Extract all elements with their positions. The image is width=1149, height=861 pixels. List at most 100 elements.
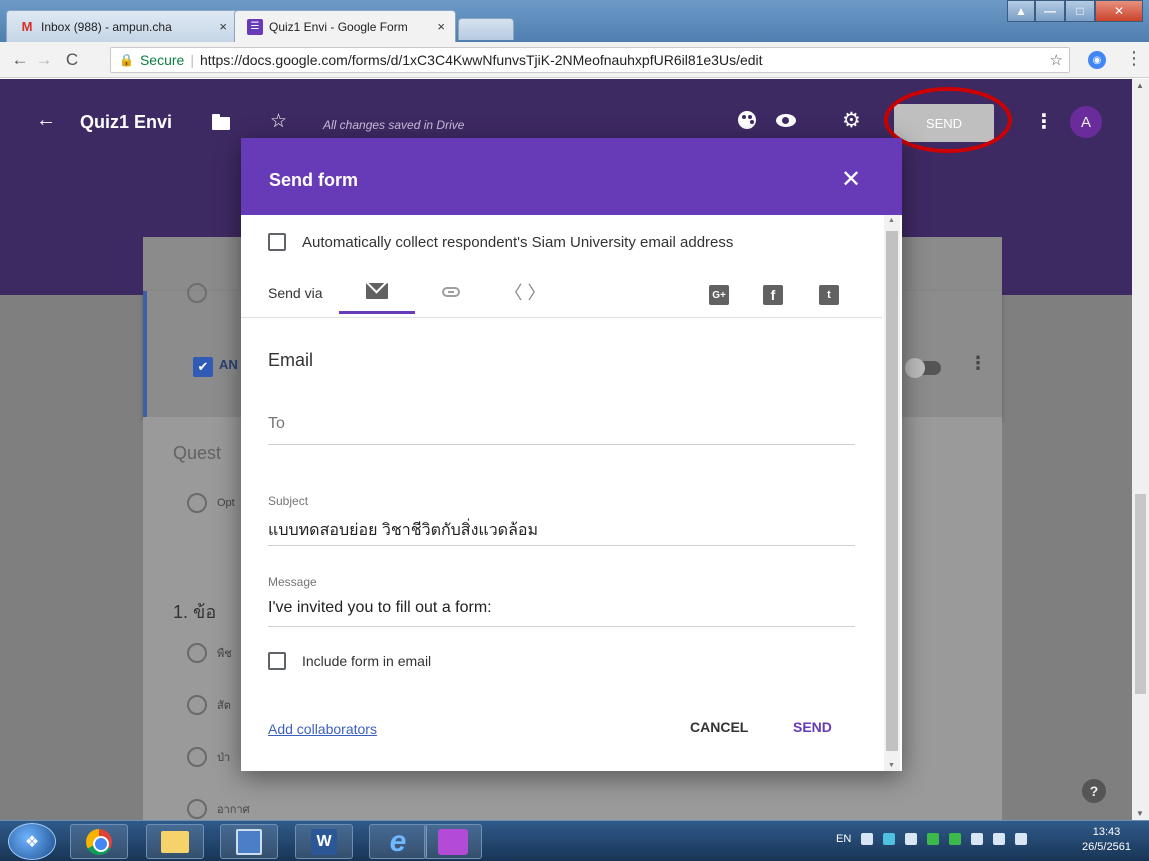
include-form-checkbox[interactable] (268, 652, 286, 670)
dialog-body: Automatically collect respondent's Siam … (241, 215, 882, 771)
option-row: อากาศ (187, 799, 250, 819)
scroll-down-icon[interactable]: ▼ (1136, 809, 1144, 818)
extension-icon[interactable]: ◉ (1088, 51, 1106, 69)
email-section-heading: Email (268, 350, 314, 370)
secure-label: Secure (139, 52, 185, 68)
radio-icon (187, 643, 207, 663)
avatar[interactable]: A (1070, 106, 1102, 138)
twitter-icon[interactable]: t (819, 285, 839, 305)
app-icon (236, 828, 262, 855)
minimize-button[interactable]: — (1035, 0, 1065, 22)
bookmark-star-icon[interactable]: ☆ (1050, 51, 1063, 69)
clock[interactable]: 13:43 26/5/2561 (1082, 825, 1131, 855)
radio-icon (187, 283, 207, 303)
maximize-button[interactable]: □ (1065, 0, 1095, 22)
ie-icon: e (389, 824, 407, 858)
to-field[interactable]: To (268, 415, 855, 445)
window-user-icon[interactable]: ▲ (1007, 0, 1035, 22)
tab-inbox[interactable]: M Inbox (988) - ampun.cha × (6, 10, 238, 42)
address-bar[interactable]: 🔒 Secure | https://docs.google.com/forms… (110, 47, 1070, 73)
flag-icon[interactable] (993, 833, 1006, 845)
taskbar-line[interactable] (424, 824, 482, 859)
preview-eye-icon[interactable] (776, 114, 796, 127)
system-tray: EN (836, 833, 1028, 845)
dialog-send-button[interactable]: SEND (793, 719, 832, 735)
taskbar-word[interactable]: W (295, 824, 353, 859)
new-tab-button[interactable] (458, 18, 514, 40)
cancel-button[interactable]: CANCEL (690, 719, 748, 735)
divider (241, 317, 882, 318)
embed-code-icon: 〈 〉 (504, 283, 546, 303)
option-label: ป่า (217, 752, 231, 764)
battery-icon[interactable] (971, 833, 984, 845)
collect-email-checkbox[interactable] (268, 233, 286, 251)
taskbar-chrome[interactable] (70, 824, 128, 859)
page-scrollbar[interactable]: ▲ ▼ (1132, 79, 1149, 820)
start-button[interactable]: ❖ (8, 823, 56, 860)
line-tray-icon[interactable] (949, 833, 962, 845)
network-signal-icon[interactable] (1015, 833, 1028, 845)
taskbar-ie[interactable]: e (369, 824, 427, 859)
settings-gear-icon[interactable]: ⚙ (842, 108, 861, 133)
tab-send-via-email[interactable] (339, 270, 415, 314)
volume-icon[interactable] (861, 833, 874, 845)
tray-app-icon[interactable] (927, 833, 940, 845)
question-placeholder: Quest (173, 443, 222, 463)
tray-app-icon[interactable] (883, 833, 896, 845)
page-scroll-thumb[interactable] (1135, 494, 1146, 694)
facebook-icon[interactable]: f (763, 285, 783, 305)
dialog-header: Send form ✕ (241, 138, 902, 215)
forms-page: ✔ AN ⋮ Quest Opt 1. ข้อ พืช สัต ป่า อากา… (0, 79, 1132, 820)
to-placeholder: To (268, 415, 285, 432)
subject-field[interactable]: Subject แบบทดสอบย่อย วิชาชีวิตกับสิ่งแวด… (268, 494, 855, 546)
clock-date: 26/5/2561 (1082, 841, 1131, 853)
option-label: อากาศ (217, 804, 250, 816)
message-field[interactable]: Message I've invited you to fill out a f… (268, 575, 855, 627)
answer-key-label: AN (219, 357, 238, 372)
tab-send-via-link[interactable] (413, 270, 489, 314)
email-envelope-icon (366, 282, 388, 299)
lock-icon: 🔒 (119, 53, 134, 67)
reload-icon[interactable]: C (60, 50, 84, 70)
google-plus-icon[interactable]: G+ (709, 285, 729, 305)
forward-icon[interactable]: → (32, 50, 56, 70)
option-label: Opt (217, 497, 235, 509)
scroll-down-icon[interactable]: ▼ (888, 762, 895, 769)
star-icon[interactable]: ☆ (270, 110, 287, 133)
form-title[interactable]: Quiz1 Envi (80, 112, 172, 133)
more-vert-icon[interactable]: ⋮ (1034, 109, 1054, 134)
add-collaborators-link[interactable]: Add collaborators (268, 721, 377, 737)
palette-icon[interactable] (738, 111, 756, 129)
taskbar-app[interactable] (220, 824, 278, 859)
scroll-up-icon[interactable]: ▲ (888, 217, 895, 224)
tab-close-icon[interactable]: × (219, 19, 227, 34)
back-arrow-icon[interactable]: ← (36, 109, 56, 132)
collect-email-row[interactable]: Automatically collect respondent's Siam … (268, 233, 733, 251)
tab-inbox-label: Inbox (988) - ampun.cha (41, 19, 172, 34)
clock-time: 13:43 (1092, 826, 1121, 838)
language-indicator[interactable]: EN (836, 833, 851, 845)
option-label: พืช (217, 648, 232, 660)
include-form-row[interactable]: Include form in email (268, 652, 431, 670)
tab-quiz-form[interactable]: ☰ Quiz1 Envi - Google Form × (234, 10, 456, 42)
folder-icon[interactable] (212, 114, 230, 130)
line-icon (438, 828, 468, 855)
save-status: All changes saved in Drive (323, 118, 465, 132)
close-window-button[interactable]: ✕ (1095, 0, 1143, 22)
tray-app-icon[interactable] (905, 833, 918, 845)
help-icon[interactable]: ? (1082, 779, 1106, 803)
close-icon[interactable]: ✕ (841, 165, 861, 194)
tab-close-icon[interactable]: × (437, 19, 445, 34)
taskbar-explorer[interactable] (146, 824, 204, 859)
scroll-up-icon[interactable]: ▲ (1136, 81, 1144, 90)
collect-email-label: Automatically collect respondent's Siam … (302, 233, 734, 251)
browser-menu-icon[interactable]: ⋮ (1125, 48, 1143, 69)
back-icon[interactable]: ← (8, 50, 32, 70)
tab-send-via-embed[interactable]: 〈 〉 (487, 270, 563, 314)
question-1-title: 1. ข้อ (173, 602, 217, 622)
dialog-scrollbar[interactable]: ▲ ▼ (884, 215, 900, 771)
dialog-scroll-thumb[interactable] (886, 231, 898, 751)
taskbar: ❖ W e EN 13:43 26/5/2561 (0, 820, 1149, 861)
more-options-icon: ⋮ (969, 353, 987, 373)
dialog-title: Send form (269, 170, 359, 190)
